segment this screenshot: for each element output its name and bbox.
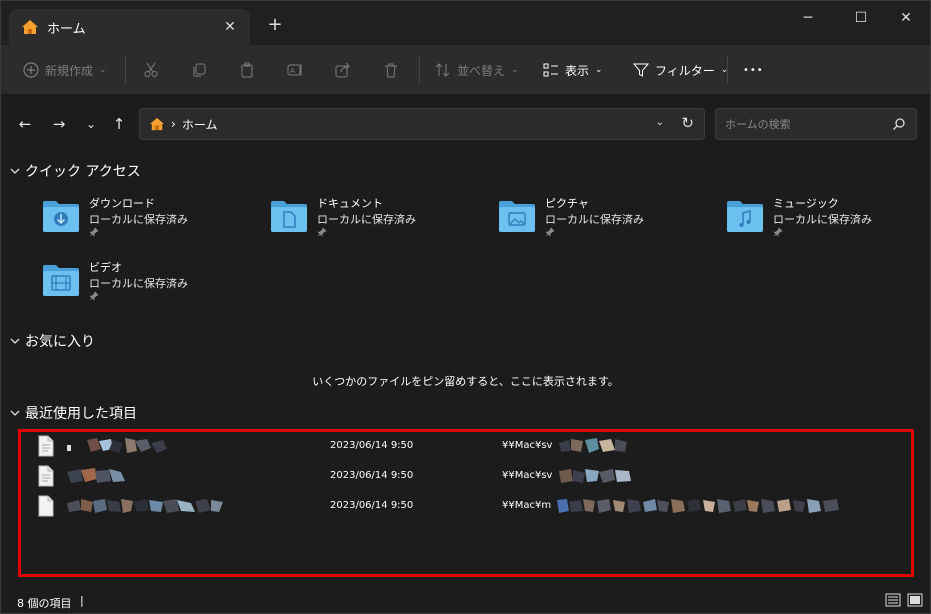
breadcrumb-separator: › xyxy=(171,117,176,131)
file-explorer-window: ホーム ✕ + ─ ☐ ✕ 新規作成 ⌄ A 並べ替え ⌄ 表示 ⌄ フィルター… xyxy=(0,0,931,614)
filter-icon xyxy=(633,63,649,77)
pin-icon xyxy=(89,291,99,301)
maximize-button[interactable]: ☐ xyxy=(846,7,876,29)
quick-access-item-pictures[interactable]: ピクチャ ローカルに保存済み xyxy=(497,195,697,245)
sort-icon xyxy=(435,63,450,77)
pin-icon xyxy=(317,227,327,237)
section-recent[interactable]: 最近使用した項目 xyxy=(9,403,137,423)
view-icon xyxy=(543,63,558,77)
title-bar: ホーム ✕ + ─ ☐ ✕ xyxy=(1,1,930,45)
chevron-down-icon xyxy=(10,168,20,174)
quick-access-name: ミュージック xyxy=(773,197,839,210)
tab-home[interactable]: ホーム ✕ xyxy=(9,9,250,45)
view-label: 表示 xyxy=(565,63,590,78)
quick-access-item-videos[interactable]: ビデオ ローカルに保存済み xyxy=(41,259,241,309)
search-box[interactable] xyxy=(715,108,917,140)
search-input[interactable] xyxy=(725,117,885,131)
section-quick-access[interactable]: クイック アクセス xyxy=(9,161,141,181)
tab-title: ホーム xyxy=(47,21,86,37)
sort-label: 並べ替え xyxy=(457,63,506,78)
minimize-button[interactable]: ─ xyxy=(793,7,823,29)
sort-button[interactable]: 並べ替え ⌄ xyxy=(435,58,519,82)
breadcrumb-home[interactable]: ホーム xyxy=(182,116,218,133)
svg-text:A: A xyxy=(290,67,295,75)
pictures-folder-icon xyxy=(499,201,535,232)
forward-button[interactable]: → xyxy=(49,113,69,135)
up-button[interactable]: ↑ xyxy=(109,113,129,135)
search-icon[interactable] xyxy=(892,117,906,131)
quick-access-item-documents[interactable]: ドキュメント ローカルに保存済み xyxy=(269,195,469,245)
status-divider: | xyxy=(80,594,84,607)
refresh-icon[interactable]: ↻ xyxy=(681,114,694,132)
item-count: 8 個の項目 xyxy=(17,597,72,610)
view-button[interactable]: 表示 ⌄ xyxy=(543,58,603,82)
sort-chevron-icon: ⌄ xyxy=(511,65,519,75)
documents-folder-icon xyxy=(271,201,307,232)
tiles-view-icon[interactable] xyxy=(907,593,923,607)
address-bar[interactable]: › ホーム ⌄ ↻ xyxy=(139,108,705,140)
navigation-row: ← → ⌄ ↑ › ホーム ⌄ ↻ xyxy=(1,96,930,152)
quick-access-status: ローカルに保存済み xyxy=(89,277,188,290)
filter-label: フィルター xyxy=(655,63,715,78)
quick-access-status: ローカルに保存済み xyxy=(773,213,872,226)
address-dropdown-icon[interactable]: ⌄ xyxy=(656,117,664,128)
copy-button[interactable] xyxy=(191,58,213,82)
recent-files-highlight xyxy=(18,429,914,577)
rename-icon: A xyxy=(287,64,302,76)
pin-icon xyxy=(773,227,783,237)
new-button[interactable]: 新規作成 ⌄ xyxy=(23,58,107,82)
quick-access-item-music[interactable]: ミュージック ローカルに保存済み xyxy=(725,195,925,245)
quick-access-name: ドキュメント xyxy=(317,197,383,210)
details-view-icon[interactable] xyxy=(885,593,901,607)
recent-locations-button[interactable]: ⌄ xyxy=(81,113,101,135)
quick-access-status: ローカルに保存済み xyxy=(317,213,416,226)
chevron-down-icon xyxy=(10,338,20,344)
quick-access-name: ピクチャ xyxy=(545,197,589,210)
section-title: クイック アクセス xyxy=(25,164,141,180)
toolbar-separator xyxy=(727,56,728,84)
quick-access-name: ダウンロード xyxy=(89,197,155,210)
quick-access-status: ローカルに保存済み xyxy=(89,213,188,226)
copy-icon xyxy=(193,63,206,77)
music-folder-icon xyxy=(727,201,763,232)
cut-button[interactable] xyxy=(143,58,165,82)
home-icon xyxy=(150,117,164,131)
section-favorites[interactable]: お気に入り xyxy=(9,331,95,351)
new-plus-icon xyxy=(23,62,39,78)
paste-icon xyxy=(241,62,253,78)
new-label: 新規作成 xyxy=(45,63,94,78)
share-button[interactable] xyxy=(335,58,357,82)
section-title: 最近使用した項目 xyxy=(25,406,137,422)
toolbar-separator xyxy=(125,56,126,84)
cut-icon xyxy=(144,62,158,77)
pin-icon xyxy=(545,227,555,237)
favorites-empty-message: いくつかのファイルをピン留めすると、ここに表示されます。 xyxy=(312,375,619,388)
tab-close-button[interactable]: ✕ xyxy=(220,17,240,37)
status-bar: 8 個の項目 | xyxy=(1,589,930,613)
new-chevron-icon: ⌄ xyxy=(99,65,107,75)
quick-access-item-downloads[interactable]: ダウンロード ローカルに保存済み xyxy=(41,195,241,245)
close-window-button[interactable]: ✕ xyxy=(891,7,921,29)
pin-icon xyxy=(89,227,99,237)
home-icon xyxy=(22,20,38,34)
trash-icon xyxy=(385,63,397,78)
quick-access-name: ビデオ xyxy=(89,261,122,274)
quick-access-status: ローカルに保存済み xyxy=(545,213,644,226)
toolbar-separator xyxy=(419,56,420,84)
videos-folder-icon xyxy=(43,265,79,296)
back-button[interactable]: ← xyxy=(15,113,35,135)
rename-button[interactable]: A xyxy=(287,58,309,82)
share-icon xyxy=(335,62,350,78)
section-title: お気に入り xyxy=(25,334,95,350)
view-chevron-icon: ⌄ xyxy=(595,65,603,75)
more-options-button[interactable]: ••• xyxy=(743,58,764,82)
chevron-down-icon xyxy=(10,410,20,416)
download-folder-icon xyxy=(43,201,79,232)
command-bar: 新規作成 ⌄ A 並べ替え ⌄ 表示 ⌄ フィルター ⌄ ••• xyxy=(1,45,930,95)
delete-button[interactable] xyxy=(383,58,405,82)
new-tab-button[interactable]: + xyxy=(265,15,285,35)
filter-button[interactable]: フィルター ⌄ xyxy=(633,58,728,82)
paste-button[interactable] xyxy=(239,58,261,82)
